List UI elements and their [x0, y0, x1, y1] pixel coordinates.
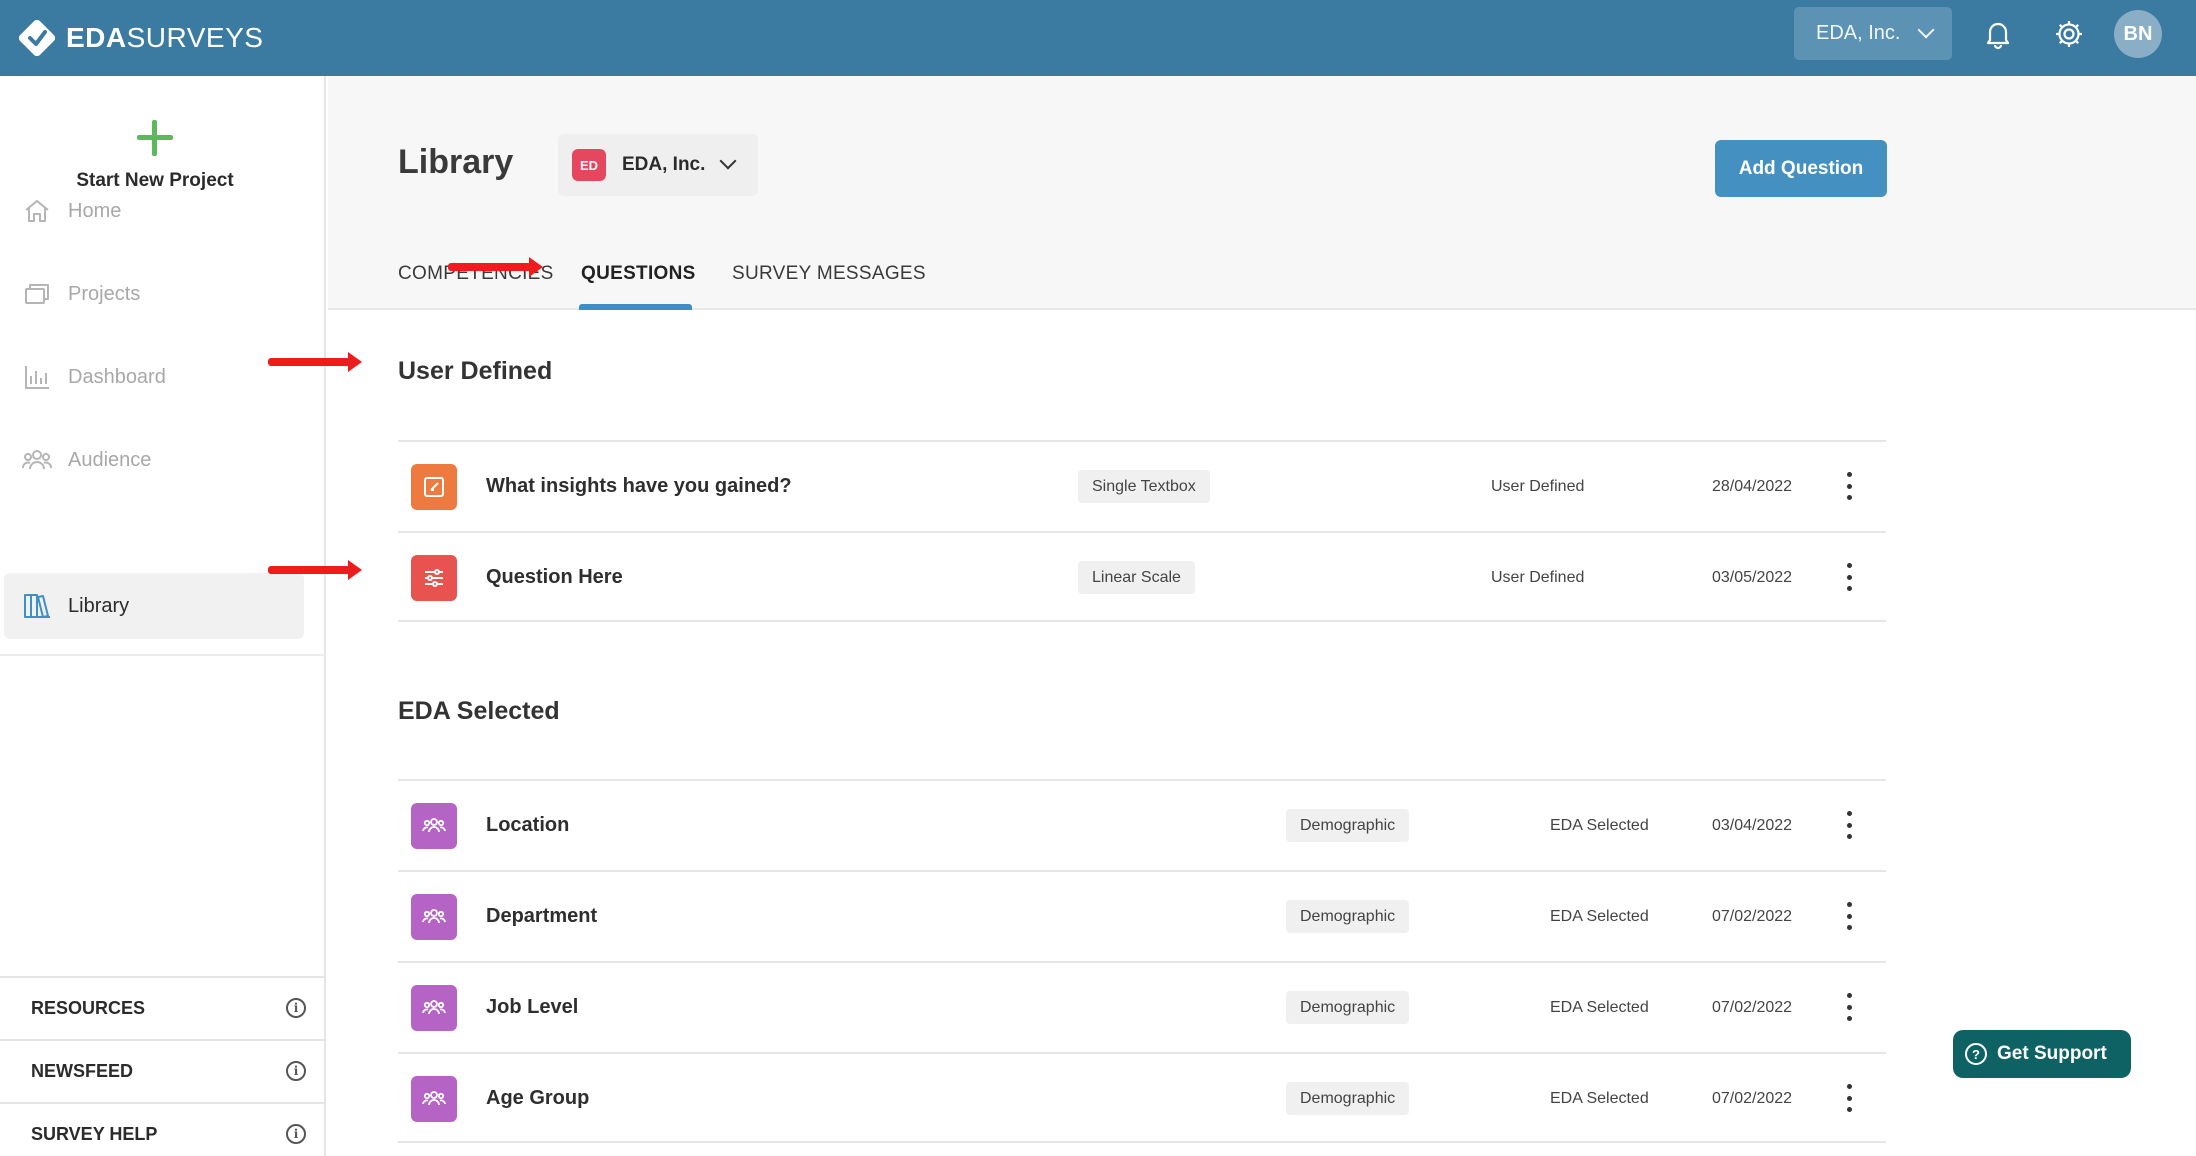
sidebar-item-projects[interactable]: Projects: [4, 261, 304, 327]
home-icon: [25, 200, 49, 222]
logo-wordmark: EDASURVEYS: [66, 22, 264, 53]
info-icon[interactable]: i: [286, 998, 306, 1018]
question-mark-icon: ?: [1965, 1043, 1987, 1065]
books-icon: [24, 594, 50, 618]
people-icon: [411, 1076, 457, 1122]
library-header: Library ED EDA, Inc. Add Question COMPET…: [328, 76, 2196, 310]
question-date: 07/02/2022: [1712, 908, 1793, 925]
sidebar-footer-newsfeed[interactable]: NEWSFEED i: [0, 1039, 326, 1101]
question-title: Job Level: [486, 996, 579, 1018]
diamond-logo-icon: [18, 19, 56, 57]
question-title: Age Group: [486, 1087, 590, 1109]
tab-survey-messages[interactable]: SURVEY MESSAGES: [732, 263, 926, 285]
question-date: 28/04/2022: [1712, 478, 1793, 495]
sidebar-item-dashboard[interactable]: Dashboard: [4, 344, 304, 410]
question-title: Question Here: [486, 566, 623, 588]
annotation-arrow: [268, 352, 362, 372]
organization-dropdown-label: EDA, Inc.: [1816, 22, 1901, 44]
info-icon[interactable]: i: [286, 1061, 306, 1081]
more-options-icon[interactable]: [1843, 472, 1855, 500]
sidebar-item-label: Home: [68, 199, 122, 222]
annotation-arrow: [268, 560, 362, 580]
sidebar-footer-label: NEWSFEED: [31, 1060, 134, 1081]
table-row[interactable]: What insights have you gained? Single Te…: [398, 440, 1886, 531]
sidebar-item-label: Audience: [68, 448, 152, 471]
organization-name: EDA, Inc.: [622, 154, 706, 175]
bar-chart-icon: [25, 366, 49, 389]
question-type-badge: Demographic: [1286, 809, 1410, 842]
folders-icon: [25, 284, 49, 304]
get-support-label: Get Support: [1997, 1043, 2107, 1064]
sidebar: Start New Project Home Projects Dashboar…: [0, 76, 326, 1156]
app-logo[interactable]: EDASURVEYS: [16, 12, 263, 64]
edit-icon: [411, 464, 457, 510]
section-title-user-defined: User Defined: [398, 357, 553, 385]
question-type-badge: Demographic: [1286, 900, 1410, 933]
table-row[interactable]: Job Level Demographic EDA Selected 07/02…: [398, 961, 1886, 1052]
sidebar-item-label: Dashboard: [68, 365, 166, 388]
question-type-badge: Demographic: [1286, 991, 1410, 1024]
question-type-badge: Single Textbox: [1078, 470, 1210, 503]
question-source: EDA Selected: [1550, 999, 1649, 1016]
more-options-icon[interactable]: [1843, 811, 1855, 839]
table-row[interactable]: Question Here Linear Scale User Defined …: [398, 531, 1886, 622]
organization-dropdown[interactable]: EDA, Inc.: [1794, 7, 1952, 60]
question-type-badge: Demographic: [1286, 1082, 1410, 1115]
people-icon: [411, 803, 457, 849]
add-question-button[interactable]: Add Question: [1715, 140, 1887, 197]
question-source: EDA Selected: [1550, 817, 1649, 834]
organization-badge: ED: [572, 149, 606, 181]
question-title: What insights have you gained?: [486, 475, 792, 497]
table-row[interactable]: Location Demographic EDA Selected 03/04/…: [398, 779, 1886, 870]
question-source: User Defined: [1491, 569, 1585, 586]
gear-icon[interactable]: [2053, 18, 2085, 50]
get-support-button[interactable]: ? Get Support: [1953, 1030, 2131, 1078]
sliders-icon: [411, 555, 457, 601]
user-avatar[interactable]: BN: [2114, 10, 2162, 58]
sidebar-item-audience[interactable]: Audience: [4, 427, 304, 493]
sidebar-item-label: Library: [68, 594, 130, 617]
page-title: Library: [398, 143, 514, 181]
question-type-badge: Linear Scale: [1078, 561, 1195, 594]
sidebar-item-library[interactable]: Library: [4, 573, 304, 639]
question-date: 03/05/2022: [1712, 569, 1793, 586]
section-title-eda-selected: EDA Selected: [398, 697, 560, 725]
info-icon[interactable]: i: [286, 1124, 306, 1144]
active-tab-indicator: [579, 304, 692, 310]
question-source: User Defined: [1491, 478, 1585, 495]
people-icon: [411, 985, 457, 1031]
sidebar-footer-label: RESOURCES: [31, 997, 146, 1018]
table-row[interactable]: Department Demographic EDA Selected 07/0…: [398, 870, 1886, 961]
sidebar-item-label: Projects: [68, 282, 141, 305]
bell-icon[interactable]: [1982, 18, 2014, 50]
question-source: EDA Selected: [1550, 908, 1649, 925]
question-title: Department: [486, 905, 598, 927]
sidebar-footer-survey-help[interactable]: SURVEY HELP i: [0, 1102, 326, 1156]
people-icon: [22, 450, 52, 470]
annotation-arrow: [448, 257, 543, 277]
question-date: 07/02/2022: [1712, 1090, 1793, 1107]
more-options-icon[interactable]: [1843, 902, 1855, 930]
plus-icon: [137, 120, 173, 156]
question-date: 03/04/2022: [1712, 817, 1793, 834]
chevron-down-icon: [719, 152, 737, 170]
sidebar-item-home[interactable]: Home: [4, 178, 304, 244]
question-title: Location: [486, 814, 570, 836]
tab-questions[interactable]: QUESTIONS: [581, 263, 696, 285]
more-options-icon[interactable]: [1843, 993, 1855, 1021]
question-date: 07/02/2022: [1712, 999, 1793, 1016]
organization-selector[interactable]: ED EDA, Inc.: [558, 134, 758, 196]
question-source: EDA Selected: [1550, 1090, 1649, 1107]
sidebar-divider: [0, 654, 326, 656]
chevron-down-icon: [1917, 21, 1935, 39]
sidebar-footer-label: SURVEY HELP: [31, 1123, 158, 1144]
table-row[interactable]: Age Group Demographic EDA Selected 07/02…: [398, 1052, 1886, 1143]
more-options-icon[interactable]: [1843, 1084, 1855, 1112]
people-icon: [411, 894, 457, 940]
top-bar: EDASURVEYS EDA, Inc. BN: [0, 0, 2196, 76]
sidebar-footer-resources[interactable]: RESOURCES i: [0, 976, 326, 1038]
more-options-icon[interactable]: [1843, 563, 1855, 591]
